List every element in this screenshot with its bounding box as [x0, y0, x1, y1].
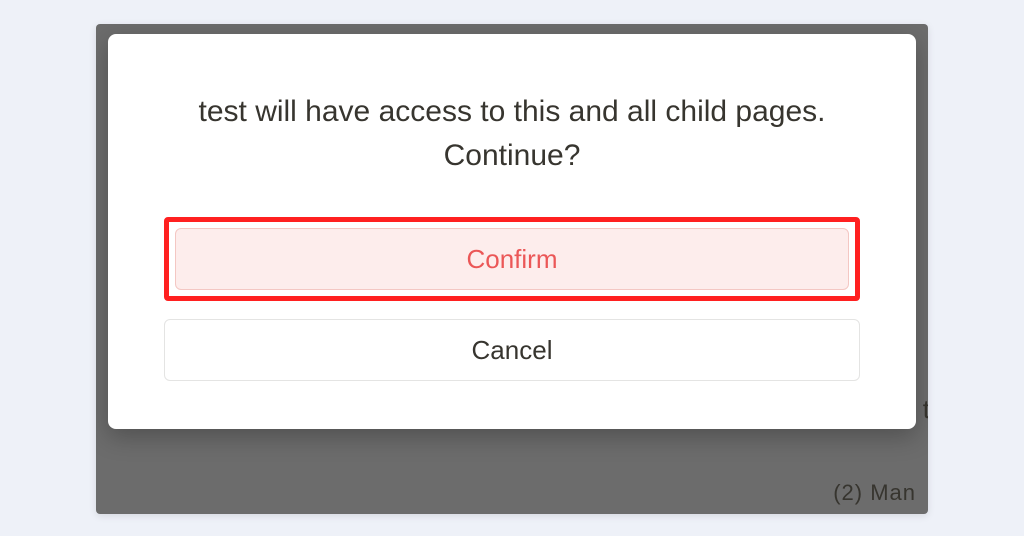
obscured-background-text: t — [923, 394, 928, 425]
confirmation-dialog: test will have access to this and all ch… — [108, 34, 916, 429]
confirm-highlight-box: Confirm — [164, 217, 860, 301]
confirm-button[interactable]: Confirm — [175, 228, 849, 290]
obscured-background-text: (2) Man — [833, 480, 916, 506]
modal-backdrop: t (2) Man test will have access to this … — [96, 24, 928, 514]
dialog-button-group: Confirm Cancel — [164, 217, 860, 381]
dialog-message: test will have access to this and all ch… — [164, 90, 860, 177]
cancel-button[interactable]: Cancel — [164, 319, 860, 381]
